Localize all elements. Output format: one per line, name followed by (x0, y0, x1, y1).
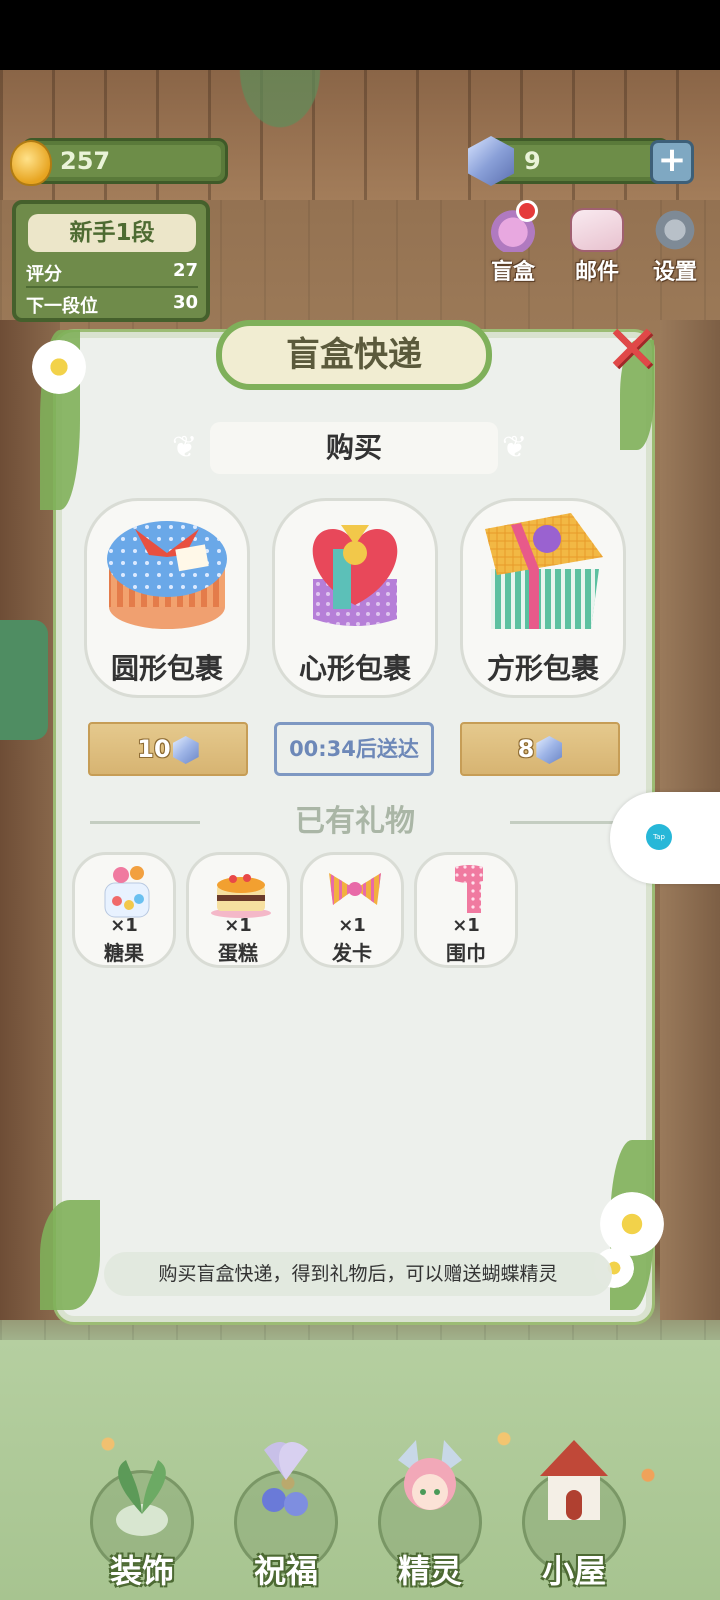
gift-name: 发卡 (332, 941, 372, 965)
owned-gifts-header: 已有礼物 (90, 800, 620, 844)
gift-name: 围巾 (446, 941, 486, 965)
plant-icon (116, 1460, 168, 1536)
score-row: 评分 27 (26, 260, 198, 286)
gift-count: ×1 (110, 915, 138, 936)
gift-name: 蛋糕 (218, 941, 258, 965)
divider-line (90, 821, 200, 824)
coin-icon (10, 140, 52, 186)
round-package-buy-button[interactable]: 10 (88, 722, 248, 776)
gift-name: 糖果 (104, 941, 144, 965)
envelope-icon (570, 208, 624, 252)
gold-value: 257 (60, 147, 111, 175)
nav-label: 装饰 (109, 1552, 174, 1590)
rank-title: 新手1段 (28, 214, 196, 252)
rank-panel[interactable]: 新手1段 评分 27 下一段位 30 (12, 200, 210, 322)
heart-package-card[interactable]: 心形包裹 (272, 498, 438, 698)
notification-dot (516, 200, 538, 222)
assistant-icon: Tap (646, 824, 672, 850)
settings-button[interactable]: 设置 (640, 208, 710, 285)
rank-divider (26, 286, 198, 288)
package-name: 方形包裹 (486, 652, 599, 685)
gift-item-candy[interactable]: ×1 糖果 (72, 852, 176, 968)
round-gift-box-icon (107, 521, 227, 629)
score-value: 27 (172, 260, 198, 281)
mail-button[interactable]: 邮件 (562, 208, 632, 285)
next-rank-label: 下一段位 (26, 296, 98, 317)
gift-count: ×1 (452, 915, 480, 936)
butterfly-wing-icon: ❦ (172, 430, 198, 465)
vine-decoration (210, 70, 350, 170)
owned-gifts-title: 已有礼物 (295, 804, 415, 839)
gift-item-hairpin[interactable]: ×1 发卡 (300, 852, 404, 968)
add-gems-button[interactable]: + (650, 140, 694, 184)
candy-jar-icon (104, 866, 150, 918)
gem-icon (172, 736, 199, 764)
floating-assistant-button[interactable]: Tap (610, 792, 720, 884)
close-button[interactable]: ✕ (600, 317, 664, 383)
nav-label: 小屋 (541, 1552, 606, 1590)
blind-box-label: 盲盒 (490, 260, 535, 285)
package-name: 圆形包裹 (110, 652, 223, 685)
nav-label: 精灵 (397, 1552, 462, 1590)
heart-gift-box-icon (312, 525, 398, 626)
next-rank-value: 30 (172, 292, 198, 313)
next-rank-row: 下一段位 30 (26, 292, 198, 318)
cottage-icon (540, 1440, 608, 1520)
scarf-icon (455, 865, 483, 913)
bow-hairpin-icon (329, 873, 381, 905)
round-package-card[interactable]: 圆形包裹 (84, 498, 250, 698)
dialog-title: 盲盒快递 (216, 320, 492, 390)
gem-icon (536, 736, 563, 764)
price-value: 8 (517, 735, 535, 763)
mailbox-decoration (0, 620, 48, 740)
divider-line (510, 821, 620, 824)
mail-label: 邮件 (574, 260, 619, 285)
score-label: 评分 (26, 264, 62, 285)
tip-text: 购买盲盒快递，得到礼物后，可以赠送蝴蝶精灵 (104, 1252, 612, 1296)
price-value: 10 (137, 735, 171, 763)
nav-cottage[interactable]: 小屋 (514, 1430, 634, 1600)
nav-label: 祝福 (253, 1552, 318, 1590)
gift-item-cake[interactable]: ×1 蛋糕 (186, 852, 290, 968)
settings-label: 设置 (652, 260, 697, 285)
vine-bottom-left-decoration (40, 1200, 100, 1310)
gift-count: ×1 (224, 915, 252, 936)
butterfly-wing-icon: ❦ (502, 430, 528, 465)
nav-decorate[interactable]: 装饰 (82, 1430, 202, 1600)
gold-bar (22, 138, 228, 184)
daisy-icon (600, 1192, 664, 1256)
package-name: 心形包裹 (298, 652, 411, 685)
daisy-icon (32, 340, 86, 394)
gift-count: ×1 (338, 915, 366, 936)
square-package-buy-button[interactable]: 8 (460, 722, 620, 776)
nav-blessing[interactable]: 祝福 (226, 1430, 346, 1600)
gem-value: 9 (524, 147, 541, 175)
buy-header: 购买 (210, 422, 498, 474)
delivery-timer: 00:34后送达 (274, 722, 434, 776)
cake-icon (211, 874, 271, 918)
gear-icon (648, 208, 702, 252)
gift-item-scarf[interactable]: ×1 围巾 (414, 852, 518, 968)
square-gift-box-icon (485, 513, 603, 629)
square-package-card[interactable]: 方形包裹 (460, 498, 626, 698)
fairy-avatar-icon (398, 1440, 462, 1510)
nav-spirit[interactable]: 精灵 (370, 1430, 490, 1600)
blind-box-button[interactable]: 盲盒 (478, 208, 548, 285)
butterfly-bouquet-icon (262, 1441, 308, 1516)
